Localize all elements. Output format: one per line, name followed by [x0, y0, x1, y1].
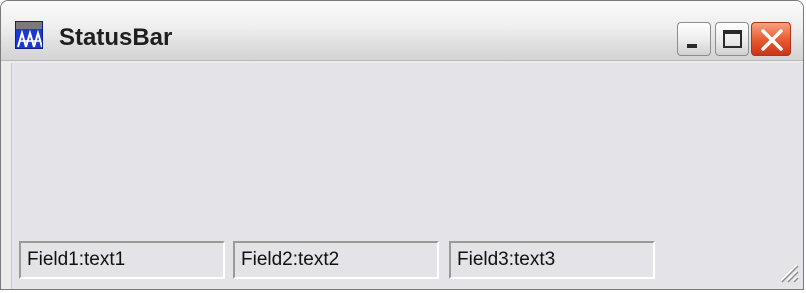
resize-grip-icon[interactable]: [777, 261, 799, 283]
maximize-icon: [723, 30, 742, 48]
app-icon[interactable]: [15, 21, 43, 49]
close-button[interactable]: [751, 22, 791, 56]
status-field-3: Field3:text3: [449, 241, 655, 279]
status-field-1: Field1:text1: [19, 241, 225, 279]
minimize-icon: [687, 44, 697, 48]
close-icon: [761, 29, 783, 51]
minimize-button[interactable]: [677, 22, 711, 56]
title-bar[interactable]: StatusBar: [1, 1, 803, 61]
app-icon-strip: [16, 22, 42, 29]
maximize-button[interactable]: [715, 22, 749, 56]
app-icon-glyph: [17, 29, 42, 48]
statusbar-window: StatusBar Field1:text1 Field2:text2 Fiel…: [0, 0, 804, 290]
window-title: StatusBar: [59, 24, 173, 51]
status-field-2: Field2:text2: [233, 241, 439, 279]
